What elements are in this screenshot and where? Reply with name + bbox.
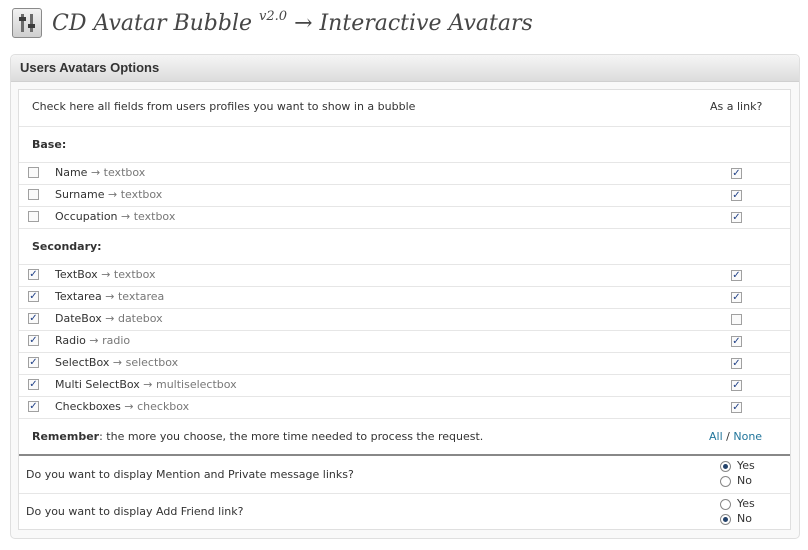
as-link-header: As a link? [710, 100, 763, 113]
radio-friend-yes[interactable] [720, 499, 731, 510]
field-show-checkbox[interactable]: ✓ [28, 211, 39, 222]
field-as-link-checkbox[interactable]: ✓ [731, 190, 742, 201]
field-type: → radio [89, 334, 131, 347]
radio-friend-no[interactable] [720, 514, 731, 525]
remember-bold: Remember [32, 430, 100, 443]
field-as-link-checkbox[interactable]: ✓ [731, 168, 742, 179]
remember-message: : the more you choose, the more time nee… [99, 430, 484, 443]
title-subtitle: → Interactive Avatars [294, 10, 533, 36]
field-row: ✓ SelectBox → selectbox ✓ [19, 352, 790, 374]
field-as-link-checkbox[interactable]: ✓ [731, 380, 742, 391]
field-show-checkbox[interactable]: ✓ [28, 357, 39, 368]
radio-mention-no[interactable] [720, 476, 731, 487]
field-show-checkbox[interactable]: ✓ [28, 291, 39, 302]
base-section-header: Base: [19, 126, 790, 162]
field-row: ✓ Textarea → textarea ✓ [19, 286, 790, 308]
link-separator: / [726, 430, 730, 443]
field-name: Multi SelectBox [55, 378, 140, 391]
field-show-checkbox[interactable]: ✓ [28, 167, 39, 178]
field-row: ✓ Surname → textbox ✓ [19, 184, 790, 206]
intro-row: Check here all fields from users profile… [19, 90, 790, 126]
field-row: ✓ Name → textbox ✓ [19, 162, 790, 184]
base-label: Base: [32, 138, 67, 151]
fields-table: Check here all fields from users profile… [18, 89, 791, 530]
field-type: → textbox [101, 268, 156, 281]
settings-sliders-icon [12, 8, 42, 38]
page-header: CD Avatar Bubble v2.0 → Interactive Avat… [12, 6, 533, 40]
field-show-checkbox[interactable]: ✓ [28, 401, 39, 412]
field-show-checkbox[interactable]: ✓ [28, 379, 39, 390]
question-text: Do you want to display Mention and Priva… [26, 468, 354, 481]
title-text: CD Avatar Bubble [52, 10, 253, 36]
select-none-link[interactable]: None [733, 430, 762, 443]
field-label: Textarea → textarea [55, 290, 164, 303]
remember-row: Remember: the more you choose, the more … [19, 418, 790, 454]
field-name: TextBox [55, 268, 98, 281]
field-type: → selectbox [112, 356, 179, 369]
select-all-none: All / None [709, 430, 762, 443]
radio-friend-yes-label: Yes [737, 497, 755, 510]
field-label: Surname → textbox [55, 188, 162, 201]
page-title: CD Avatar Bubble v2.0 → Interactive Avat… [52, 8, 533, 36]
radio-mention-yes[interactable] [720, 461, 731, 472]
field-type: → textarea [105, 290, 165, 303]
field-name: Radio [55, 334, 86, 347]
field-label: Multi SelectBox → multiselectbox [55, 378, 237, 391]
field-name: SelectBox [55, 356, 110, 369]
secondary-section-header: Secondary: [19, 228, 790, 264]
field-as-link-checkbox[interactable]: ✓ [731, 212, 742, 223]
field-name: DateBox [55, 312, 102, 325]
field-as-link-checkbox[interactable]: ✓ [731, 292, 742, 303]
field-label: Name → textbox [55, 166, 145, 179]
question-row-friend: Do you want to display Add Friend link? … [19, 493, 790, 531]
field-label: TextBox → textbox [55, 268, 156, 281]
field-as-link-checkbox[interactable]: ✓ [731, 270, 742, 281]
intro-text: Check here all fields from users profile… [32, 100, 416, 113]
field-row: ✓ Checkboxes → checkbox ✓ [19, 396, 790, 418]
users-avatars-options-panel: Users Avatars Options Check here all fie… [10, 54, 800, 539]
field-type: → multiselectbox [143, 378, 237, 391]
radio-friend-no-label: No [737, 512, 752, 525]
version-badge: v2.0 [259, 8, 288, 24]
field-label: Checkboxes → checkbox [55, 400, 189, 413]
panel-title: Users Avatars Options [11, 55, 799, 82]
field-row: ✓ TextBox → textbox ✓ [19, 264, 790, 286]
field-name: Checkboxes [55, 400, 121, 413]
field-name: Name [55, 166, 88, 179]
question-row-mention: Do you want to display Mention and Priva… [19, 454, 790, 492]
field-name: Textarea [55, 290, 102, 303]
radio-mention-yes-label: Yes [737, 459, 755, 472]
field-as-link-checkbox[interactable]: ✓ [731, 358, 742, 369]
field-name: Occupation [55, 210, 118, 223]
field-type: → datebox [105, 312, 163, 325]
field-as-link-checkbox[interactable]: ✓ [731, 314, 742, 325]
field-as-link-checkbox[interactable]: ✓ [731, 402, 742, 413]
field-row: ✓ DateBox → datebox ✓ [19, 308, 790, 330]
field-label: Radio → radio [55, 334, 130, 347]
field-show-checkbox[interactable]: ✓ [28, 269, 39, 280]
field-label: DateBox → datebox [55, 312, 163, 325]
field-as-link-checkbox[interactable]: ✓ [731, 336, 742, 347]
field-type: → textbox [90, 166, 146, 179]
secondary-label: Secondary: [32, 240, 102, 253]
field-type: → textbox [121, 210, 176, 223]
field-row: ✓ Multi SelectBox → multiselectbox ✓ [19, 374, 790, 396]
field-row: ✓ Radio → radio ✓ [19, 330, 790, 352]
field-label: SelectBox → selectbox [55, 356, 178, 369]
select-all-link[interactable]: All [709, 430, 723, 443]
field-show-checkbox[interactable]: ✓ [28, 189, 39, 200]
field-type: → checkbox [124, 400, 190, 413]
field-type: → textbox [107, 188, 163, 201]
field-label: Occupation → textbox [55, 210, 175, 223]
field-name: Surname [55, 188, 105, 201]
field-show-checkbox[interactable]: ✓ [28, 335, 39, 346]
radio-mention-no-label: No [737, 474, 752, 487]
question-text: Do you want to display Add Friend link? [26, 505, 244, 518]
remember-text: Remember: the more you choose, the more … [32, 430, 483, 443]
field-show-checkbox[interactable]: ✓ [28, 313, 39, 324]
field-row: ✓ Occupation → textbox ✓ [19, 206, 790, 228]
